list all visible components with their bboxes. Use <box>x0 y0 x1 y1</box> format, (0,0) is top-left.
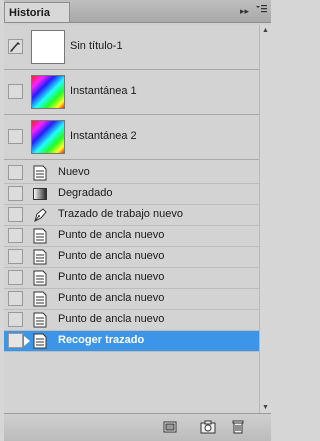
vertical-scrollbar[interactable]: ▲ ▼ <box>259 25 272 413</box>
trash-icon[interactable] <box>230 419 246 435</box>
state-label: Punto de ancla nuevo <box>58 229 165 241</box>
history-state-row[interactable]: Trazado de trabajo nuevo <box>4 205 259 226</box>
state-label: Punto de ancla nuevo <box>58 292 165 304</box>
history-list: Sin título-1 Instantánea 1 Instantánea 2… <box>4 25 259 413</box>
history-brush-source-checkbox[interactable] <box>8 207 23 222</box>
document-state-icon <box>33 249 47 265</box>
history-state-row[interactable]: Degradado <box>4 184 259 205</box>
history-state-row[interactable]: Punto de ancla nuevo <box>4 289 259 310</box>
history-brush-source-checkbox[interactable] <box>8 312 23 327</box>
current-state-arrow-icon <box>24 336 30 346</box>
history-panel: Historia ▸▸ Sin título-1 Instantánea 1 I… <box>4 0 272 441</box>
state-label: Nuevo <box>58 166 90 178</box>
state-label: Recoger trazado <box>58 334 145 346</box>
panel-titlebar: Historia ▸▸ <box>4 0 271 23</box>
scroll-down-icon[interactable]: ▼ <box>262 404 269 411</box>
snapshot-label: Instantánea 2 <box>70 130 137 142</box>
state-label: Degradado <box>58 187 113 199</box>
history-brush-source-checkbox[interactable] <box>8 84 23 99</box>
history-state-row[interactable]: Nuevo <box>4 163 259 184</box>
state-label: Trazado de trabajo nuevo <box>58 208 183 220</box>
snapshot-row[interactable]: Instantánea 2 <box>4 115 259 160</box>
history-state-row[interactable]: Punto de ancla nuevo <box>4 310 259 331</box>
pen-tool-icon <box>34 208 47 222</box>
history-brush-source-checkbox[interactable] <box>8 270 23 285</box>
document-state-icon <box>33 165 47 181</box>
tab-historia[interactable]: Historia <box>4 2 70 22</box>
history-state-row[interactable]: Punto de ancla nuevo <box>4 268 259 289</box>
document-state-icon <box>33 228 47 244</box>
history-state-row[interactable]: Punto de ancla nuevo <box>4 226 259 247</box>
history-brush-source-checkbox[interactable] <box>8 129 23 144</box>
snapshot-thumbnail <box>31 120 65 154</box>
menu-icon[interactable] <box>255 4 267 18</box>
state-label: Punto de ancla nuevo <box>58 313 165 325</box>
document-state-icon <box>33 270 47 286</box>
panel-footer <box>4 413 271 441</box>
history-state-row-selected[interactable]: Recoger trazado <box>4 331 259 352</box>
scroll-up-icon[interactable]: ▲ <box>262 27 269 34</box>
camera-icon[interactable] <box>200 419 216 435</box>
history-brush-source-checkbox[interactable] <box>8 165 23 180</box>
snapshot-row[interactable]: Sin título-1 <box>4 25 259 70</box>
snapshot-label: Sin título-1 <box>70 40 123 52</box>
snapshot-row[interactable]: Instantánea 1 <box>4 70 259 115</box>
collapse-arrows-icon[interactable]: ▸▸ <box>240 4 249 18</box>
history-brush-source-checkbox[interactable] <box>8 186 23 201</box>
gradient-icon <box>33 188 47 200</box>
state-label: Punto de ancla nuevo <box>58 271 165 283</box>
history-brush-source-checkbox[interactable] <box>8 249 23 264</box>
history-brush-source-checkbox[interactable] <box>8 39 23 54</box>
document-state-icon <box>33 312 47 328</box>
state-label: Punto de ancla nuevo <box>58 250 165 262</box>
snapshot-thumbnail <box>31 75 65 109</box>
history-brush-source-checkbox[interactable] <box>8 333 23 348</box>
new-document-from-state-icon[interactable] <box>162 419 178 435</box>
document-state-icon <box>33 291 47 307</box>
history-brush-icon <box>10 42 20 52</box>
snapshot-thumbnail <box>31 30 65 64</box>
document-state-icon <box>33 333 47 349</box>
titlebar-controls: ▸▸ <box>240 4 267 18</box>
history-brush-source-checkbox[interactable] <box>8 228 23 243</box>
history-brush-source-checkbox[interactable] <box>8 291 23 306</box>
snapshot-label: Instantánea 1 <box>70 85 137 97</box>
history-state-row[interactable]: Punto de ancla nuevo <box>4 247 259 268</box>
